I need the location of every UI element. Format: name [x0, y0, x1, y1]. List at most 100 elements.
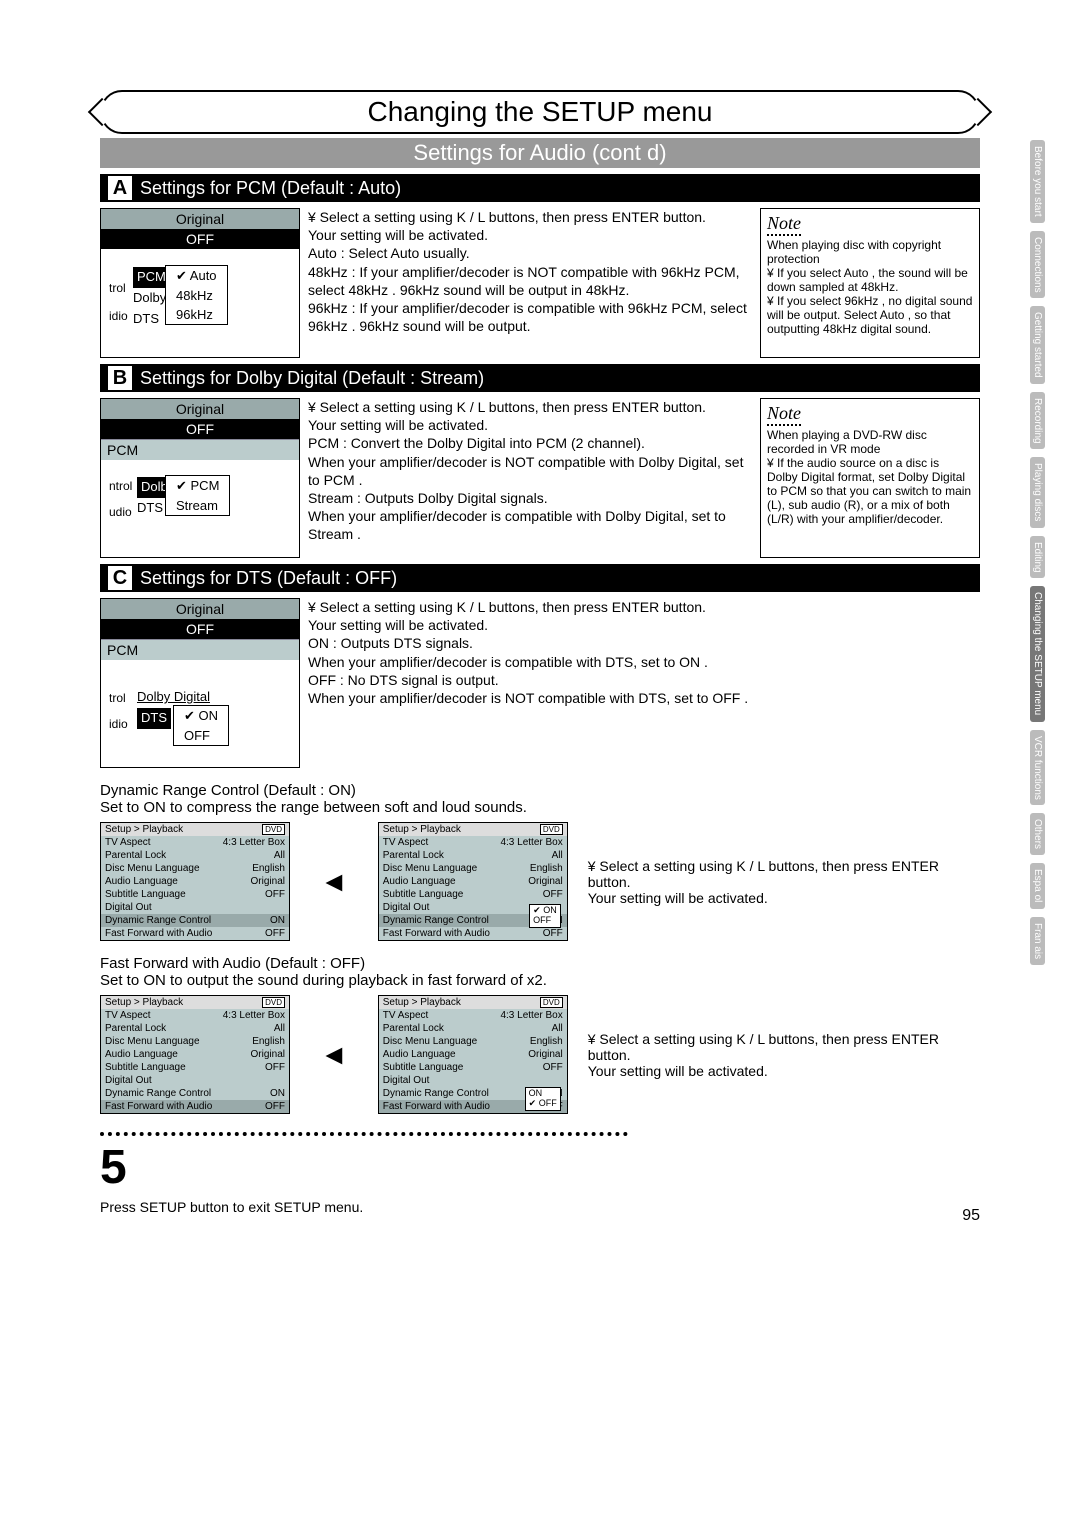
submenu-c-off[interactable]: OFF [174, 726, 228, 745]
note-b-body: When playing a DVD-RW disc recorded in V… [767, 428, 973, 526]
menu-row[interactable]: Subtitle LanguageOFF [101, 888, 289, 901]
sidebar-tab[interactable]: Connections [1030, 231, 1045, 299]
osd-a-dts[interactable]: DTS [133, 309, 159, 330]
sidebar-tab[interactable]: Recording [1030, 392, 1045, 450]
side-idio: idio [105, 309, 128, 323]
submenu-b-stream[interactable]: Stream [166, 496, 229, 515]
page-title-banner: Changing the SETUP menu [100, 90, 980, 134]
option-popup[interactable]: ONOFF [525, 1087, 561, 1111]
heading-a: Settings for PCM (Default : Auto) [140, 178, 401, 199]
sidebar-tab[interactable]: Others [1030, 813, 1045, 855]
letter-c: C [108, 566, 132, 590]
note-a-body: When playing disc with copyright protect… [767, 238, 973, 336]
section-b-header: B Settings for Dolby Digital (Default : … [100, 364, 980, 392]
option-popup[interactable]: ONOFF [529, 904, 561, 928]
menu-row[interactable]: Digital Out [101, 901, 289, 914]
submenu-c[interactable]: ON OFF [173, 705, 229, 746]
heading-b: Settings for Dolby Digital (Default : St… [140, 368, 484, 389]
ffa-left-osd: Setup > PlaybackDVDTV Aspect4:3 Letter B… [100, 995, 290, 1114]
osd-c-pcm[interactable]: PCM [101, 639, 299, 660]
menu-row[interactable]: Parental LockAll [379, 1022, 567, 1035]
side-idio-c: idio [105, 717, 128, 731]
submenu-a[interactable]: Auto 48kHz 96kHz [165, 265, 228, 325]
letter-b: B [108, 366, 132, 390]
arrow-left-icon: ◄ [290, 866, 378, 898]
menu-row[interactable]: Disc Menu LanguageEnglish [379, 862, 567, 875]
menu-row[interactable]: Dynamic Range ControlON [101, 1087, 289, 1100]
osd-a-original: Original [101, 209, 299, 229]
sidebar-tab[interactable]: Fran ais [1030, 917, 1045, 965]
ffa-right-osd: Setup > PlaybackDVDTV Aspect4:3 Letter B… [378, 995, 568, 1114]
osd-c-dts[interactable]: DTS [137, 708, 171, 729]
menu-row[interactable]: Subtitle LanguageOFF [101, 1061, 289, 1074]
sidebar-tab[interactable]: Playing discs [1030, 457, 1045, 527]
menu-row[interactable]: Audio LanguageOriginal [101, 875, 289, 888]
note-a-title: Note [767, 213, 801, 236]
drc-sub: Set to ON to compress the range between … [100, 799, 980, 816]
sidebar-tab[interactable]: Espa ol [1030, 863, 1045, 908]
osd-a-dolby[interactable]: Dolby [133, 288, 166, 309]
section-c-header: C Settings for DTS (Default : OFF) [100, 564, 980, 592]
osd-b-off: OFF [101, 419, 299, 439]
side-ntrol: ntrol [105, 479, 132, 493]
menu-row[interactable]: Audio LanguageOriginal [101, 1048, 289, 1061]
submenu-b-pcm[interactable]: PCM [166, 476, 229, 496]
menu-row[interactable]: Subtitle LanguageOFF [379, 1061, 567, 1074]
drc-instr: ¥ Select a setting using K / L buttons, … [568, 858, 980, 906]
menu-row[interactable]: Digital Out [101, 1074, 289, 1087]
drc-right-osd: Setup > PlaybackDVDTV Aspect4:3 Letter B… [378, 822, 568, 941]
menu-row[interactable]: Audio LanguageOriginal [379, 875, 567, 888]
menu-row[interactable]: TV Aspect4:3 Letter Box [101, 1009, 289, 1022]
subtitle: Settings for Audio (cont d) [413, 140, 666, 165]
step-5-number: 5 [100, 1132, 628, 1195]
menu-row[interactable]: TV Aspect4:3 Letter Box [379, 836, 567, 849]
menu-row[interactable]: TV Aspect4:3 Letter Box [101, 836, 289, 849]
sidebar-tab[interactable]: Getting started [1030, 306, 1045, 384]
menu-row[interactable]: Subtitle LanguageOFF [379, 888, 567, 901]
menu-row[interactable]: Dynamic Range ControlON [101, 914, 289, 927]
menu-row[interactable]: Disc Menu LanguageEnglish [101, 1035, 289, 1048]
subtitle-bar: Settings for Audio (cont d) [100, 138, 980, 168]
step-5-text: Press SETUP button to exit SETUP menu. [100, 1199, 980, 1215]
desc-b: ¥ Select a setting using K / L buttons, … [308, 398, 752, 558]
menu-row[interactable]: Parental LockAll [101, 1022, 289, 1035]
submenu-a-96[interactable]: 96kHz [166, 305, 227, 324]
desc-a: ¥ Select a setting using K / L buttons, … [308, 208, 752, 358]
menu-row[interactable]: Disc Menu LanguageEnglish [101, 862, 289, 875]
sidebar-tab[interactable]: Changing the SETUP menu [1030, 586, 1045, 721]
menu-row[interactable]: Digital Out [379, 1074, 567, 1087]
ffa-sub: Set to ON to output the sound during pla… [100, 972, 980, 989]
ffa-instr: ¥ Select a setting using K / L buttons, … [568, 1031, 980, 1079]
menu-row[interactable]: Fast Forward with AudioOFF [101, 927, 289, 940]
menu-row[interactable]: Parental LockAll [101, 849, 289, 862]
menu-row[interactable]: TV Aspect4:3 Letter Box [379, 1009, 567, 1022]
note-b-title: Note [767, 403, 801, 426]
submenu-a-48[interactable]: 48kHz [166, 286, 227, 305]
drc-left-osd: Setup > PlaybackDVDTV Aspect4:3 Letter B… [100, 822, 290, 941]
menu-row[interactable]: Fast Forward with AudioOFF [101, 1100, 289, 1113]
menu-row[interactable]: Disc Menu LanguageEnglish [379, 1035, 567, 1048]
submenu-b[interactable]: PCM Stream [165, 475, 230, 516]
osd-c-dolby[interactable]: Dolby Digital [137, 689, 210, 704]
sidebar-tab[interactable]: Before you start [1030, 140, 1045, 223]
sidebar-tab[interactable]: Editing [1030, 536, 1045, 579]
section-a-header: A Settings for PCM (Default : Auto) [100, 174, 980, 202]
desc-c: ¥ Select a setting using K / L buttons, … [308, 598, 980, 768]
osd-b-original: Original [101, 399, 299, 419]
osd-b-dts[interactable]: DTS [137, 500, 163, 515]
side-udio: udio [105, 505, 132, 519]
arrow-left-icon-2: ◄ [290, 1039, 378, 1071]
submenu-a-auto[interactable]: Auto [166, 266, 227, 286]
osd-b-pcm[interactable]: PCM [101, 439, 299, 460]
note-b: Note When playing a DVD-RW disc recorded… [760, 398, 980, 558]
ffa-title: Fast Forward with Audio (Default : OFF) [100, 955, 980, 972]
submenu-c-on[interactable]: ON [174, 706, 228, 726]
note-a: Note When playing disc with copyright pr… [760, 208, 980, 358]
heading-c: Settings for DTS (Default : OFF) [140, 568, 397, 589]
sidebar-tab[interactable]: VCR functions [1030, 730, 1045, 806]
osd-c: Original OFF PCM trol idio Dolby Digital… [100, 598, 300, 768]
sidebar-tabs: Before you start Connections Getting start… [1030, 140, 1050, 973]
menu-row[interactable]: Audio LanguageOriginal [379, 1048, 567, 1061]
menu-row[interactable]: Parental LockAll [379, 849, 567, 862]
menu-row[interactable]: Fast Forward with AudioOFF [379, 927, 567, 940]
